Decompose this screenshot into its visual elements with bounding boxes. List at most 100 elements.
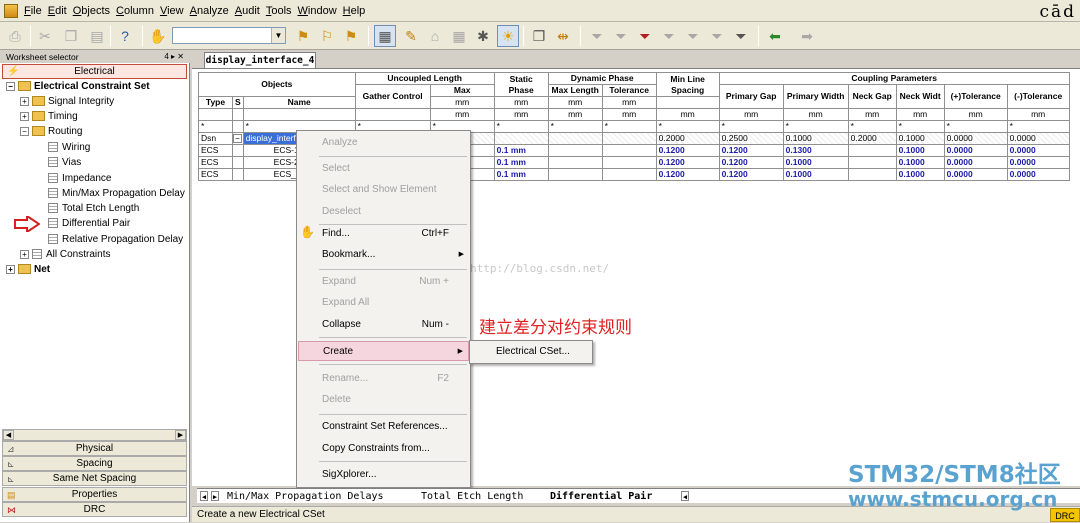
cell-neck-width[interactable]: 0.1000 <box>895 144 945 157</box>
cell-primary-width[interactable]: 0.1000 <box>782 168 849 181</box>
select-tool-icon[interactable]: ✋ <box>147 25 169 47</box>
filter-add-icon[interactable]: ⏷ <box>610 25 632 47</box>
menu-audit[interactable]: Audit <box>232 0 263 22</box>
cell-primary-width[interactable]: 0.1000 <box>782 132 849 145</box>
cell-dp-tol[interactable] <box>601 168 657 181</box>
flag-prev-icon[interactable]: ⚑ <box>340 25 362 47</box>
filter-cell[interactable]: * <box>943 120 1008 133</box>
collapse-icon[interactable]: − <box>20 126 29 136</box>
menu-item-electrical-cset[interactable]: Electrical CSet... <box>471 342 591 362</box>
cell-dp-tol[interactable] <box>601 132 657 145</box>
cell-static[interactable]: 0.1 mm <box>493 156 549 169</box>
menu-item-find[interactable]: Find... Ctrl+F <box>298 224 469 244</box>
cut-icon[interactable]: ✂ <box>34 25 56 47</box>
grid-icon[interactable]: ▦ <box>448 25 470 47</box>
cell-neck-width[interactable]: 0.1000 <box>895 168 945 181</box>
tab-scroll-icon[interactable]: ◀ <box>681 491 689 501</box>
house-icon[interactable]: ⌂ <box>424 25 446 47</box>
tree-item-all-constraints[interactable]: + All Constraints <box>20 247 110 262</box>
filter-cell[interactable] <box>232 120 244 133</box>
menu-item-delete[interactable]: Delete <box>298 390 469 410</box>
cell-neck-gap[interactable]: 0.2000 <box>847 132 897 145</box>
cell-minus-tol[interactable]: 0.0000 <box>1006 132 1070 145</box>
menu-item-rename[interactable]: Rename... F2 <box>298 369 469 389</box>
tree-item-signal-integrity[interactable]: + Signal Integrity <box>20 94 114 109</box>
cell-neck-gap[interactable] <box>847 168 897 181</box>
category-tab-physical[interactable]: ⊿ Physical <box>2 441 187 456</box>
menu-help[interactable]: Help <box>340 0 369 22</box>
tab-next-icon[interactable]: ▶ <box>211 491 219 501</box>
cell-plus-tol[interactable]: 0.0000 <box>943 144 1008 157</box>
filter-cell[interactable]: * <box>198 120 233 133</box>
domain-header-electrical[interactable]: ⚡ Electrical <box>2 64 187 79</box>
collapse-icon[interactable]: − <box>6 81 15 91</box>
category-tab-drc[interactable]: ⋈ DRC <box>2 502 187 517</box>
filter-cell[interactable]: * <box>718 120 784 133</box>
back-arrow-icon[interactable]: ⬅ <box>764 25 786 47</box>
cell-minus-tol[interactable]: 0.0000 <box>1006 144 1070 157</box>
tree-item-min-max-propagation-delay[interactable]: Min/Max Propagation Delay <box>48 186 185 201</box>
expand-icon[interactable]: + <box>20 111 29 121</box>
menu-analyze[interactable]: Analyze <box>187 0 232 22</box>
connect-icon[interactable]: ⇹ <box>552 25 574 47</box>
menu-item-bookmark[interactable]: Bookmark... ▶ <box>298 245 469 265</box>
tree-item-routing[interactable]: − Routing <box>20 124 82 139</box>
category-tab-same-net-spacing[interactable]: ⊾ Same Net Spacing <box>2 471 187 486</box>
scroll-right-icon[interactable]: ▶ <box>175 430 186 440</box>
horizontal-scrollbar[interactable]: ◀ ▶ <box>2 429 187 441</box>
menu-edit[interactable]: Edit <box>45 0 70 22</box>
worksheet-icon[interactable]: ▦ <box>374 25 396 47</box>
tab-first-icon[interactable]: ◀ <box>200 491 208 501</box>
menu-item-select[interactable]: Select <box>298 159 469 179</box>
cell-dp-max[interactable] <box>547 144 603 157</box>
flag-next-icon[interactable]: ⚐ <box>316 25 338 47</box>
sun-icon[interactable]: ☀ <box>497 25 519 47</box>
cell-primary-width[interactable]: 0.1000 <box>782 156 849 169</box>
cell-plus-tol[interactable]: 0.0000 <box>943 156 1008 169</box>
print-icon[interactable]: ⎙ <box>4 25 26 47</box>
tab-total-etch-length[interactable]: Total Etch Length <box>421 490 523 503</box>
menu-view[interactable]: View <box>157 0 187 22</box>
expand-icon[interactable]: + <box>20 96 29 106</box>
cell-primary-gap[interactable]: 0.1200 <box>718 156 784 169</box>
filter-cell[interactable]: * <box>493 120 549 133</box>
menu-item-create[interactable]: Create ▶ <box>298 341 469 361</box>
cell-dp-max[interactable] <box>547 132 603 145</box>
cell-neck-gap[interactable] <box>847 156 897 169</box>
cell-minus-tol[interactable]: 0.0000 <box>1006 168 1070 181</box>
cell-primary-gap[interactable]: 0.1200 <box>718 144 784 157</box>
cell-dp-max[interactable] <box>547 168 603 181</box>
cell-dp-tol[interactable] <box>601 144 657 157</box>
cell-static[interactable]: 0.1 mm <box>493 144 549 157</box>
menu-item-deselect[interactable]: Deselect <box>298 202 469 222</box>
menu-tools[interactable]: Tools <box>263 0 295 22</box>
cell-min-line[interactable]: 0.1200 <box>655 156 720 169</box>
copy-icon[interactable]: ❐ <box>60 25 82 47</box>
collapse-icon[interactable]: − <box>233 134 242 144</box>
tree-item-timing[interactable]: + Timing <box>20 109 78 124</box>
document-tab[interactable]: display_interface_4 <box>204 52 316 68</box>
menu-item-collapse[interactable]: Collapse Num - <box>298 315 469 335</box>
tab-min-max-propagation-delays[interactable]: Min/Max Propagation Delays <box>227 490 384 503</box>
cell-plus-tol[interactable]: 0.0000 <box>943 132 1008 145</box>
cell-primary-gap[interactable]: 0.1200 <box>718 168 784 181</box>
category-tab-spacing[interactable]: ⊾ Spacing <box>2 456 187 471</box>
object-filter-combo[interactable]: ▼ <box>172 27 286 44</box>
paste-icon[interactable]: ▤ <box>86 25 108 47</box>
menu-window[interactable]: Window <box>295 0 340 22</box>
tree-item-wiring[interactable]: Wiring <box>48 140 90 155</box>
cell-min-line[interactable]: 0.1200 <box>655 168 720 181</box>
cell-primary-gap[interactable]: 0.2500 <box>718 132 784 145</box>
help-icon[interactable]: ? <box>114 25 136 47</box>
menu-objects[interactable]: Objects <box>70 0 113 22</box>
filter-clear-icon[interactable]: ⏷ <box>634 25 656 47</box>
cell-min-line[interactable]: 0.1200 <box>655 144 720 157</box>
menu-item-select-and-show[interactable]: Select and Show Element <box>298 180 469 200</box>
filter-cell[interactable]: * <box>782 120 849 133</box>
tree-item-differential-pair[interactable]: Differential Pair <box>48 216 130 231</box>
filter-cell[interactable]: * <box>601 120 657 133</box>
menu-item-expand-all[interactable]: Expand All <box>298 293 469 313</box>
expand-icon[interactable]: + <box>6 264 15 274</box>
menu-file[interactable]: File <box>21 0 45 22</box>
cell-minus-tol[interactable]: 0.0000 <box>1006 156 1070 169</box>
